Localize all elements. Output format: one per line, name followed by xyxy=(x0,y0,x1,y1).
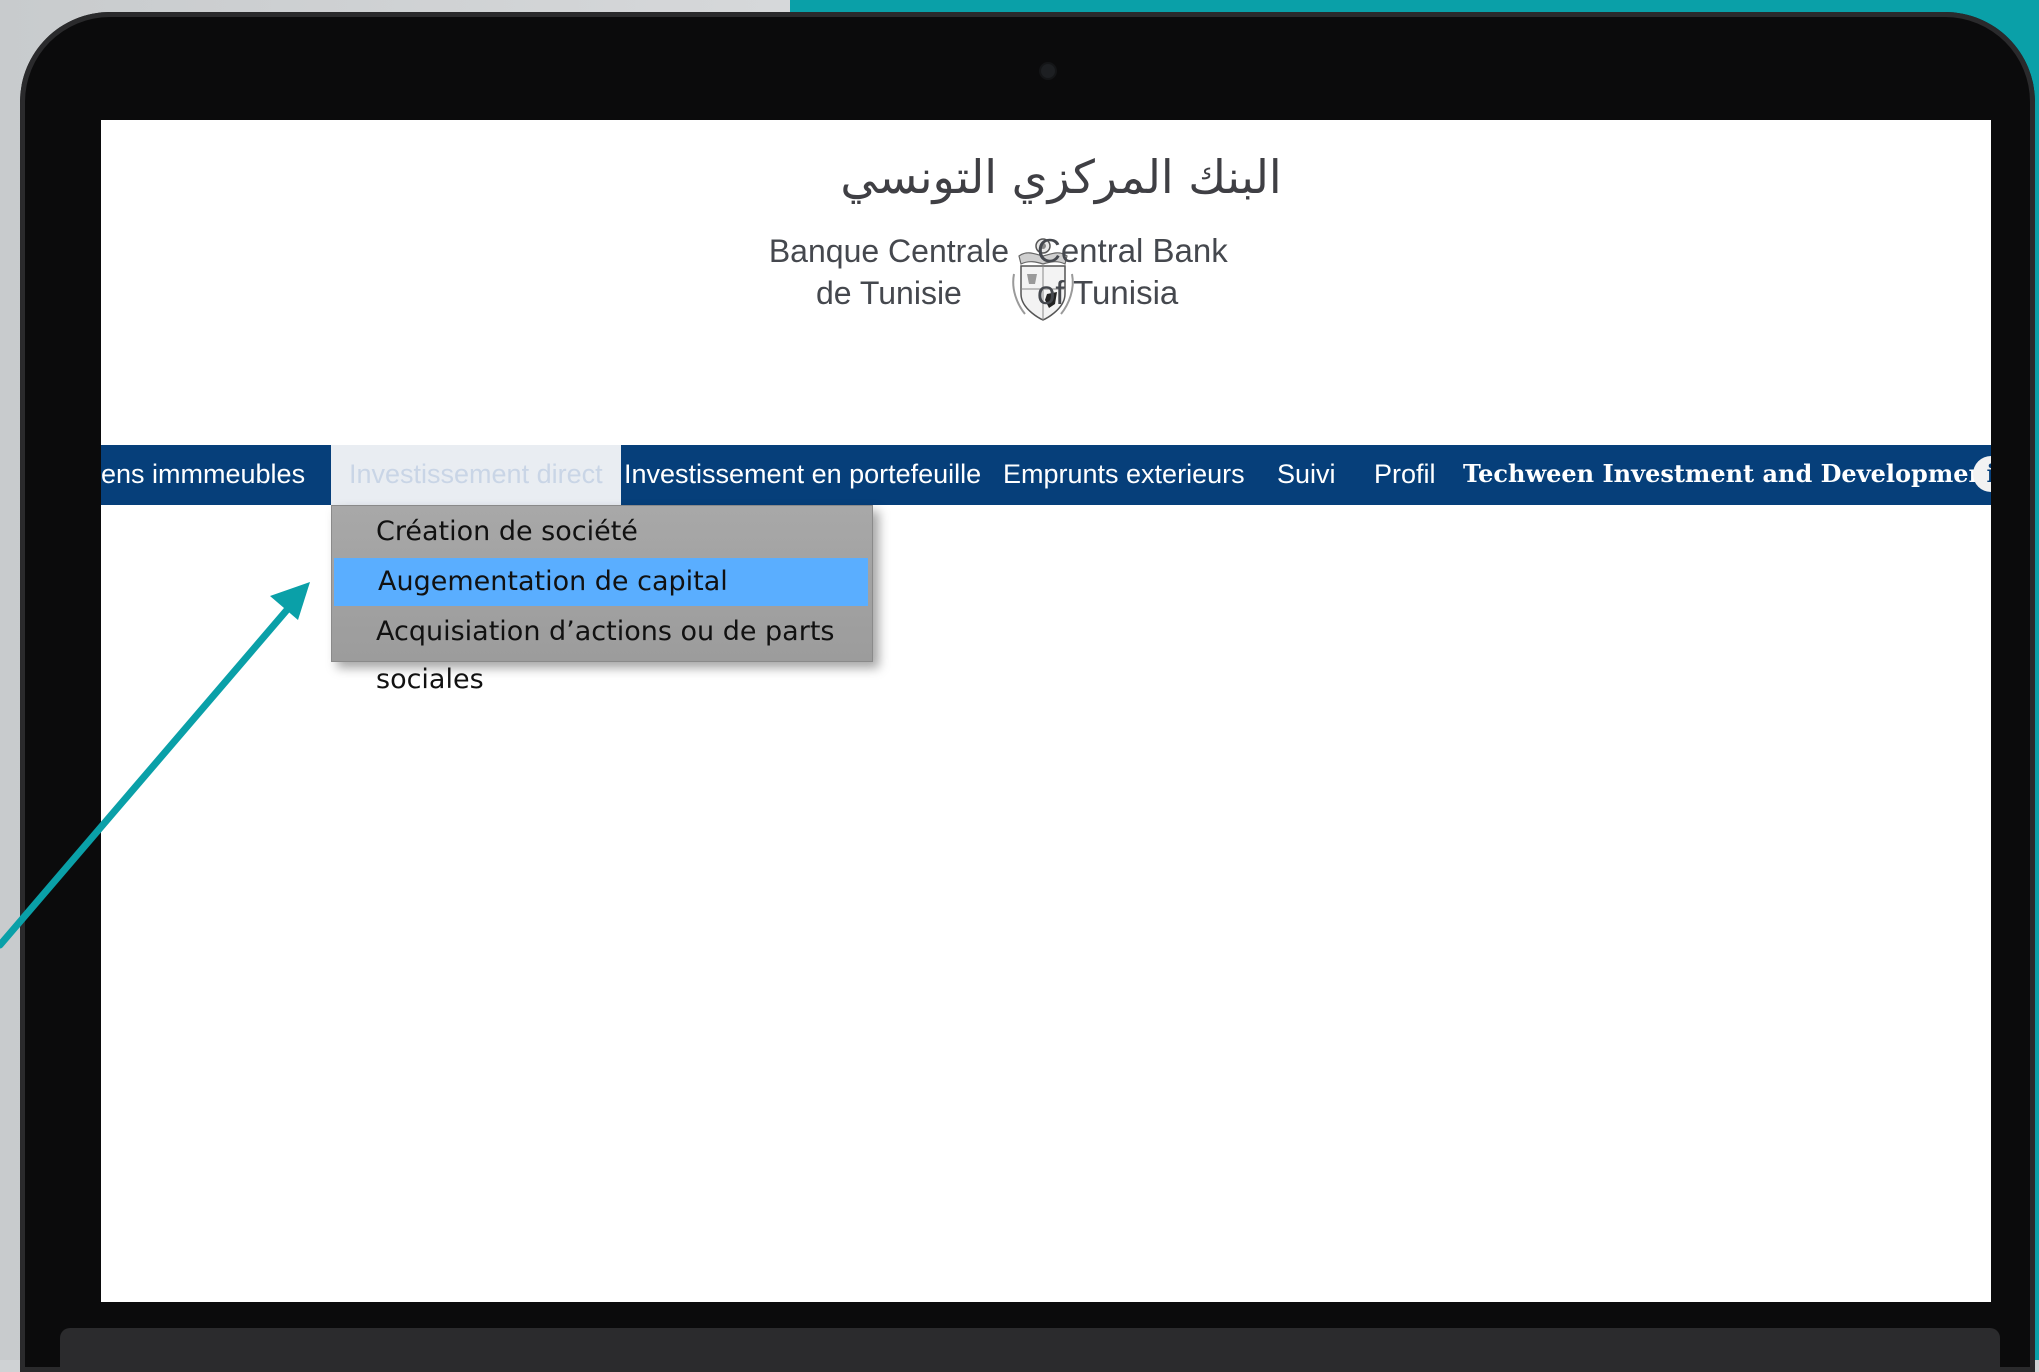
dropdown-investissement-direct: Création de société Augementation de cap… xyxy=(331,505,873,695)
menu-item-creation-societe[interactable]: Création de société xyxy=(332,508,872,556)
logo-english-line1: Central Bank xyxy=(1037,232,1228,269)
logo-french-line1: Banque Centrale xyxy=(768,233,1009,269)
nav-item-investissement-portefeuille[interactable]: Investissement en portefeuille xyxy=(624,445,981,505)
logo-arabic: البنك المركزي التونسي xyxy=(840,150,1282,204)
nav-item-investissement-direct[interactable]: Investissement direct xyxy=(331,445,621,505)
nav-item-organization[interactable]: Techween Investment and Development SPC xyxy=(1463,445,1991,505)
laptop-bottom-bezel xyxy=(60,1328,2000,1372)
logo-french-line2: de Tunisie xyxy=(815,275,962,311)
nav-item-suivi[interactable]: Suivi xyxy=(1277,445,1336,505)
nav-item-profil[interactable]: Profil xyxy=(1374,445,1436,505)
nav-item-biens-immeubles[interactable]: ens immmeubles xyxy=(101,445,305,505)
main-navbar: ens immmeubles Investissement direct Inv… xyxy=(101,445,1991,505)
logo-english: Central Bank of Tunisia xyxy=(1037,230,1228,314)
browser-screen: البنك المركزي التونسي Banque Centrale de… xyxy=(101,120,1991,1302)
camera-icon xyxy=(1041,64,1055,78)
menu-item-augmentation-capital[interactable]: Augementation de capital xyxy=(334,558,868,606)
menu-item-acquisition-actions[interactable]: Acquisiation d’actions ou de parts socia… xyxy=(332,608,872,695)
logo-french: Banque Centrale de Tunisie xyxy=(769,230,1009,314)
bank-logo: البنك المركزي التونسي Banque Centrale de… xyxy=(701,150,1401,340)
nav-item-emprunts-exterieurs[interactable]: Emprunts exterieurs xyxy=(1003,445,1245,505)
laptop-frame: البنك المركزي التونسي Banque Centrale de… xyxy=(20,12,2035,1372)
logo-row: Banque Centrale de Tunisie Central Bank … xyxy=(701,230,1401,330)
logo-english-line2: of Tunisia xyxy=(1037,274,1179,311)
